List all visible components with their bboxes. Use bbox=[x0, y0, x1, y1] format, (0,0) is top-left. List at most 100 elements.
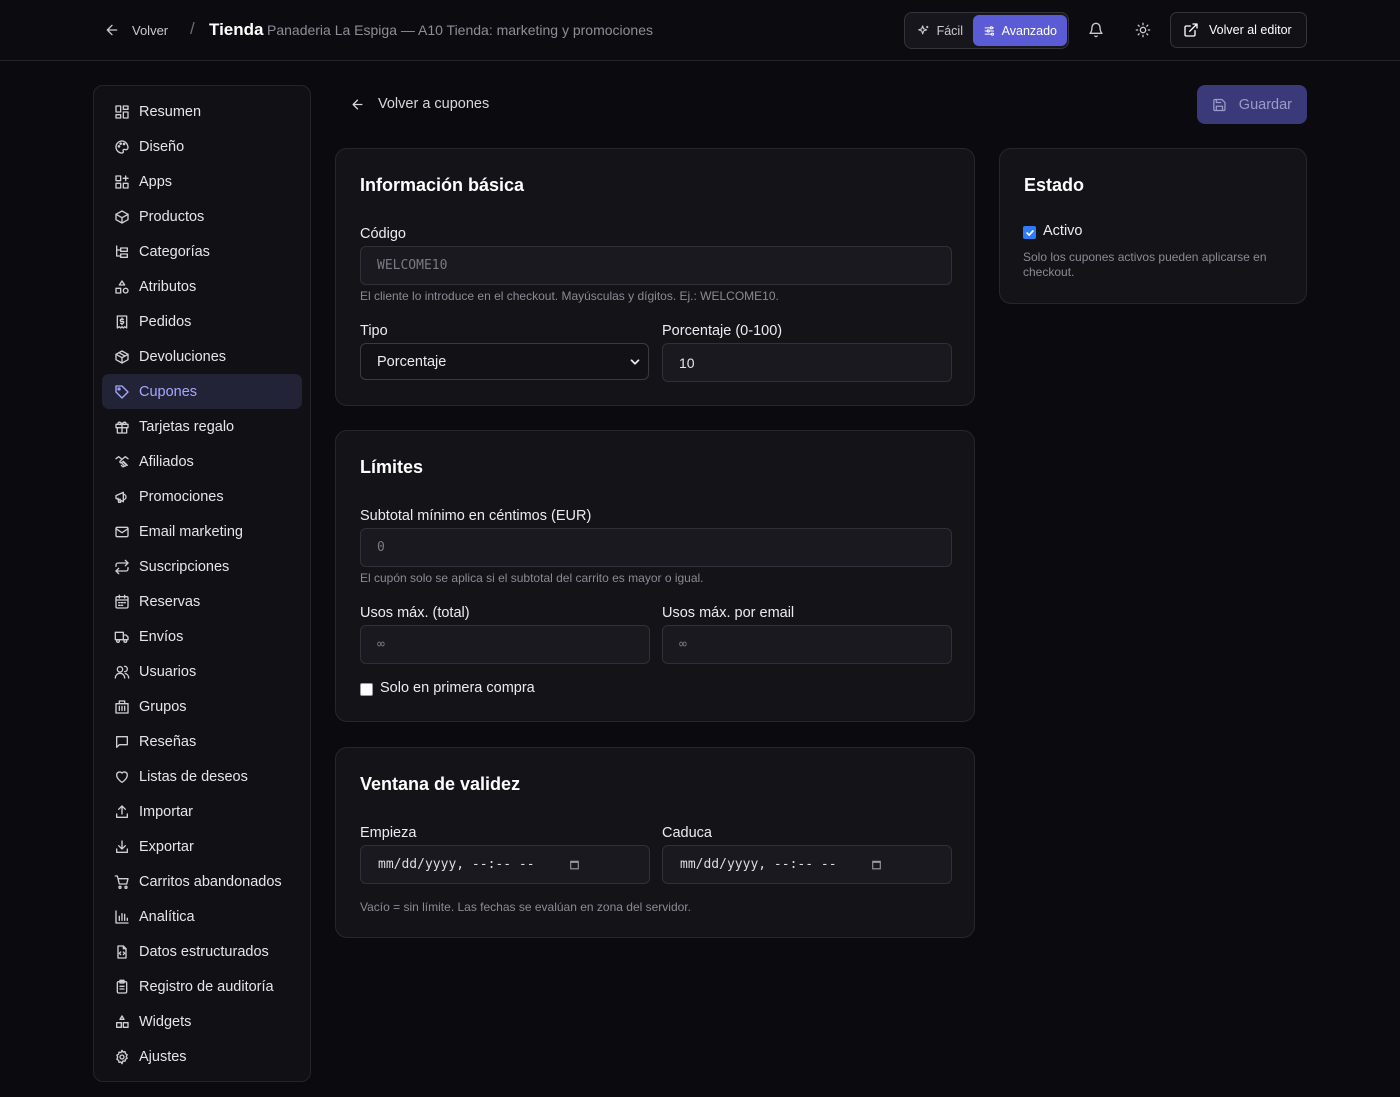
validity-help: Vacío = sin límite. Las fechas se evalúa… bbox=[360, 900, 691, 914]
sidebar-item-resumen[interactable]: Resumen bbox=[102, 94, 302, 129]
limits-title: Límites bbox=[360, 457, 424, 477]
sidebar-item-suscripciones[interactable]: Suscripciones bbox=[102, 549, 302, 584]
sidebar-item-productos[interactable]: Productos bbox=[102, 199, 302, 234]
sidebar-item-atributos[interactable]: Atributos bbox=[102, 269, 302, 304]
mode-advanced-button[interactable]: Avanzado bbox=[973, 15, 1067, 46]
percent-input[interactable] bbox=[662, 343, 952, 382]
active-label[interactable]: Activo bbox=[1043, 223, 1083, 239]
sidebar-item-exportar[interactable]: Exportar bbox=[102, 829, 302, 864]
sidebar-item-devoluciones[interactable]: Devoluciones bbox=[102, 339, 302, 374]
sidebar-item-label: Email marketing bbox=[139, 523, 243, 540]
widgets-icon bbox=[116, 1014, 129, 1028]
sliders-icon bbox=[984, 25, 995, 36]
first-purchase-label[interactable]: Solo en primera compra bbox=[380, 680, 535, 696]
first-purchase-checkbox[interactable] bbox=[360, 683, 373, 696]
sidebar-item-label: Reservas bbox=[139, 593, 201, 610]
arrow-left-icon bbox=[106, 24, 118, 36]
type-select[interactable]: Porcentaje bbox=[360, 343, 649, 380]
mode-easy-button[interactable]: Fácil bbox=[907, 15, 973, 46]
sidebar-item-registro-de-auditoria[interactable]: Registro de auditoría bbox=[102, 969, 302, 1004]
sidebar-item-listas-de-deseos[interactable]: Listas de deseos bbox=[102, 759, 302, 794]
external-link-icon bbox=[1184, 23, 1198, 37]
sidebar-item-promociones[interactable]: Promociones bbox=[102, 479, 302, 514]
end-date-input[interactable]: mm/dd/yyyy, --:-- -- bbox=[662, 845, 952, 884]
chevron-down-icon bbox=[630, 358, 640, 365]
sidebar-item-importar[interactable]: Importar bbox=[102, 794, 302, 829]
back-button[interactable]: Volver bbox=[104, 19, 168, 41]
sidebar-item-usuarios[interactable]: Usuarios bbox=[102, 654, 302, 689]
back-to-editor-button[interactable]: Volver al editor bbox=[1170, 12, 1307, 48]
sidebar-item-carritos-abandonados[interactable]: Carritos abandonados bbox=[102, 864, 302, 899]
status-card: Estado Activo Solo los cupones activos p… bbox=[999, 148, 1307, 304]
notifications-button[interactable] bbox=[1084, 18, 1108, 42]
basic-info-title: Información básica bbox=[360, 175, 525, 195]
sidebar-item-apps[interactable]: Apps bbox=[102, 164, 302, 199]
users-icon bbox=[114, 665, 130, 679]
end-date-value: mm/dd/yyyy, --:-- -- bbox=[680, 857, 837, 872]
sidebar-item-reservas[interactable]: Reservas bbox=[102, 584, 302, 619]
limits-card: Límites Subtotal mínimo en céntimos (EUR… bbox=[335, 430, 975, 722]
back-to-coupons-label: Volver a cupones bbox=[378, 96, 490, 112]
max-total-input[interactable] bbox=[360, 625, 650, 664]
save-label: Guardar bbox=[1238, 96, 1292, 113]
clipboard-icon bbox=[116, 979, 128, 994]
sidebar-item-widgets[interactable]: Widgets bbox=[102, 1004, 302, 1039]
sidebar-item-analitica[interactable]: Analítica bbox=[102, 899, 302, 934]
sidebar-item-label: Pedidos bbox=[139, 313, 192, 330]
subtotal-input[interactable] bbox=[360, 528, 952, 567]
arrow-left-icon bbox=[352, 99, 363, 109]
top-bar: Volver / Tienda Panaderia La Espiga — A1… bbox=[0, 0, 1400, 61]
sparkles-icon bbox=[918, 24, 929, 34]
max-email-input[interactable] bbox=[662, 625, 952, 664]
truck-icon bbox=[114, 631, 129, 643]
sidebar-item-pedidos[interactable]: Pedidos bbox=[102, 304, 302, 339]
sidebar-item-email-marketing[interactable]: Email marketing bbox=[102, 514, 302, 549]
max-total-label: Usos máx. (total) bbox=[360, 605, 470, 621]
sidebar-item-cupones[interactable]: Cupones bbox=[102, 374, 302, 409]
bell-icon bbox=[1089, 22, 1103, 38]
apps-icon bbox=[115, 174, 129, 189]
breadcrumb-separator: / bbox=[190, 19, 195, 38]
sidebar-item-resenas[interactable]: Reseñas bbox=[102, 724, 302, 759]
page-title: Tienda bbox=[209, 20, 264, 39]
building-icon bbox=[115, 699, 129, 714]
start-date-value: mm/dd/yyyy, --:-- -- bbox=[378, 857, 535, 872]
code-input[interactable] bbox=[360, 246, 952, 285]
palette-icon bbox=[115, 139, 129, 154]
sidebar-item-label: Promociones bbox=[139, 488, 224, 505]
sidebar-item-label: Listas de deseos bbox=[139, 768, 248, 785]
sidebar-item-label: Carritos abandonados bbox=[139, 873, 282, 890]
sidebar-item-grupos[interactable]: Grupos bbox=[102, 689, 302, 724]
gear-icon bbox=[116, 1049, 128, 1064]
max-email-label: Usos máx. por email bbox=[662, 605, 795, 621]
back-to-coupons-link[interactable]: Volver a cupones bbox=[350, 94, 489, 114]
sidebar-item-categorias[interactable]: Categorías bbox=[102, 234, 302, 269]
sidebar-item-envios[interactable]: Envíos bbox=[102, 619, 302, 654]
theme-toggle-button[interactable] bbox=[1131, 18, 1155, 42]
cart-icon bbox=[114, 874, 129, 889]
sidebar-item-label: Grupos bbox=[139, 698, 187, 715]
sidebar-item-tarjetas-regalo[interactable]: Tarjetas regalo bbox=[102, 409, 302, 444]
sun-icon bbox=[1135, 22, 1151, 38]
save-button[interactable]: Guardar bbox=[1197, 85, 1307, 124]
sidebar-item-ajustes[interactable]: Ajustes bbox=[102, 1039, 302, 1074]
file-code-icon bbox=[117, 944, 127, 959]
sidebar-item-afiliados[interactable]: Afiliados bbox=[102, 444, 302, 479]
calendar-icon[interactable] bbox=[870, 858, 883, 871]
upload-icon bbox=[116, 804, 128, 818]
status-help: Solo los cupones activos pueden aplicars… bbox=[1023, 250, 1267, 279]
calendar-icon[interactable] bbox=[568, 858, 581, 871]
sidebar-item-label: Categorías bbox=[139, 243, 210, 260]
active-checkbox[interactable] bbox=[1023, 226, 1036, 239]
sidebar-item-label: Apps bbox=[139, 173, 173, 190]
sidebar-item-label: Cupones bbox=[139, 383, 198, 400]
sidebar-item-label: Tarjetas regalo bbox=[139, 418, 235, 435]
end-label: Caduca bbox=[662, 825, 712, 841]
type-select-value: Porcentaje bbox=[377, 353, 447, 370]
start-date-input[interactable]: mm/dd/yyyy, --:-- -- bbox=[360, 845, 650, 884]
sidebar-item-datos-estructurados[interactable]: Datos estructurados bbox=[102, 934, 302, 969]
sidebar-item-label: Usuarios bbox=[139, 663, 197, 680]
sidebar-item-label: Atributos bbox=[139, 278, 197, 295]
dashboard-icon bbox=[115, 104, 129, 119]
sidebar-item-diseno[interactable]: Diseño bbox=[102, 129, 302, 164]
